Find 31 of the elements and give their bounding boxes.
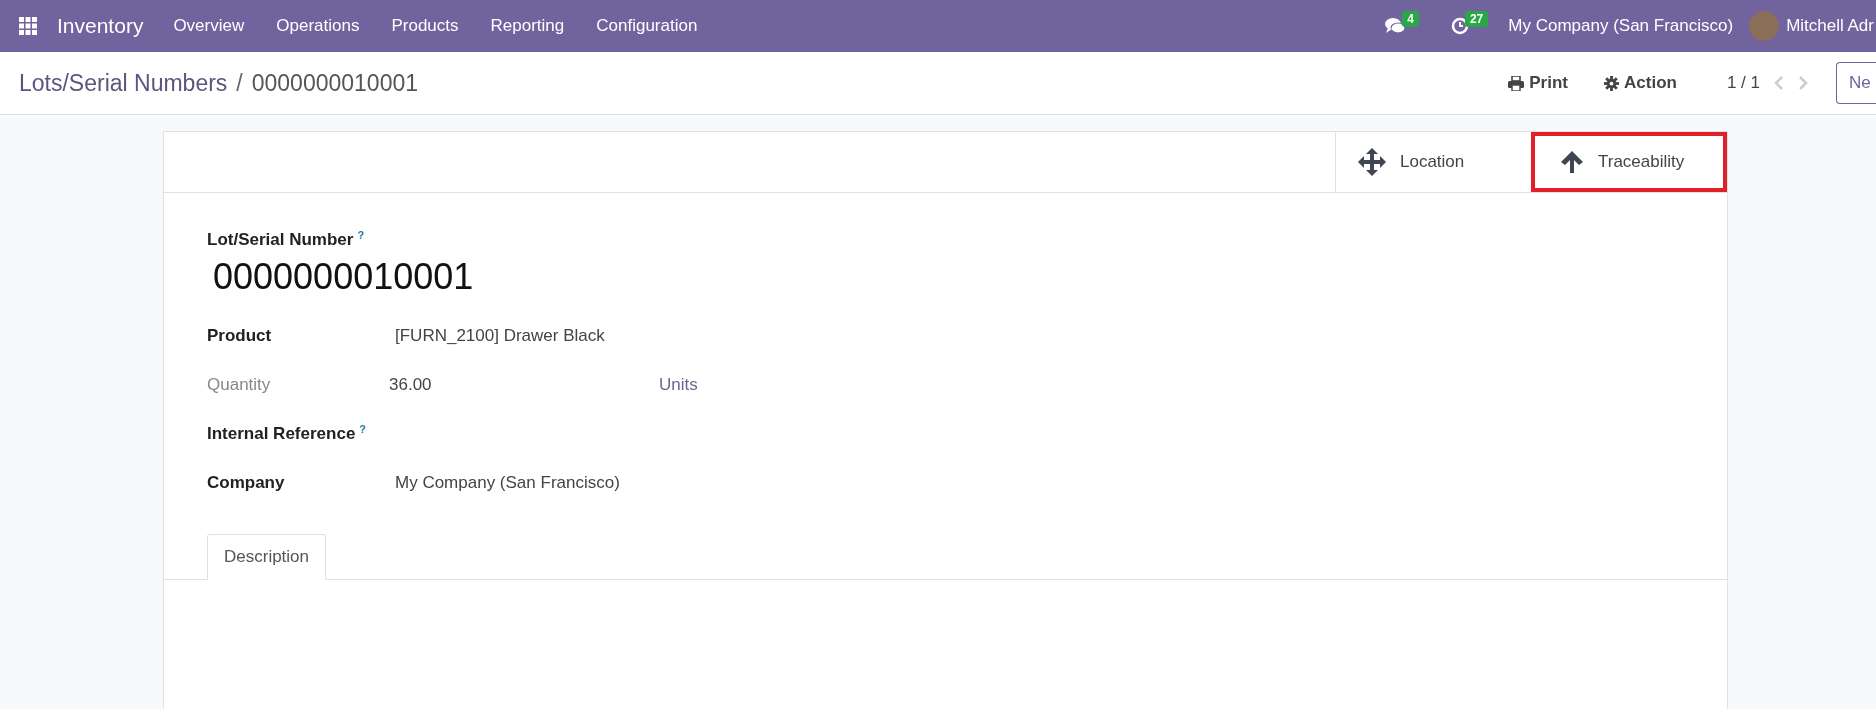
smart-button[interactable]: Traceability <box>1531 132 1727 192</box>
menu-item[interactable]: Reporting <box>490 16 565 36</box>
menu-item[interactable]: Operations <box>276 16 360 36</box>
user-name[interactable]: Mitchell Adr <box>1786 16 1876 36</box>
new-button[interactable]: Ne <box>1836 62 1876 104</box>
field-value[interactable]: 36.00 <box>389 374 659 395</box>
field-value[interactable]: [FURN_2100] Drawer Black <box>395 325 605 346</box>
breadcrumb-separator: / <box>236 69 243 97</box>
field-value[interactable]: My Company (San Francisco) <box>395 472 620 493</box>
print-button[interactable]: Print <box>1502 72 1574 94</box>
breadcrumb-link[interactable]: Lots/Serial Numbers <box>19 69 228 97</box>
notebook-tab[interactable]: Description <box>207 534 327 581</box>
help-tooltip-link[interactable]: ? <box>357 229 365 241</box>
pager-counter: 1 / 1 <box>1726 73 1760 93</box>
breadcrumb-current: 0000000010001 <box>251 69 419 97</box>
menu-item[interactable]: Products <box>391 16 459 36</box>
lot-number-value: 0000000010001 <box>213 256 475 299</box>
field-label: Company <box>207 472 285 492</box>
activity-count-badge: 27 <box>1464 11 1489 27</box>
app-name[interactable]: Inventory <box>57 14 144 38</box>
unit-value: Units <box>659 374 698 395</box>
field-label: Quantity <box>207 374 271 394</box>
field-label: Lot/Serial Number <box>207 230 354 250</box>
help-tooltip-link[interactable]: ? <box>359 423 367 436</box>
menu-item[interactable]: Configuration <box>596 16 698 36</box>
message-count-badge: 4 <box>1402 11 1419 27</box>
field-label: Internal Reference <box>207 424 356 444</box>
company-switcher[interactable]: My Company (San Francisco) <box>1508 16 1734 36</box>
field-label: Product <box>207 325 272 345</box>
action-button[interactable]: Action <box>1598 72 1683 94</box>
menu-item[interactable]: Overview <box>173 16 245 36</box>
